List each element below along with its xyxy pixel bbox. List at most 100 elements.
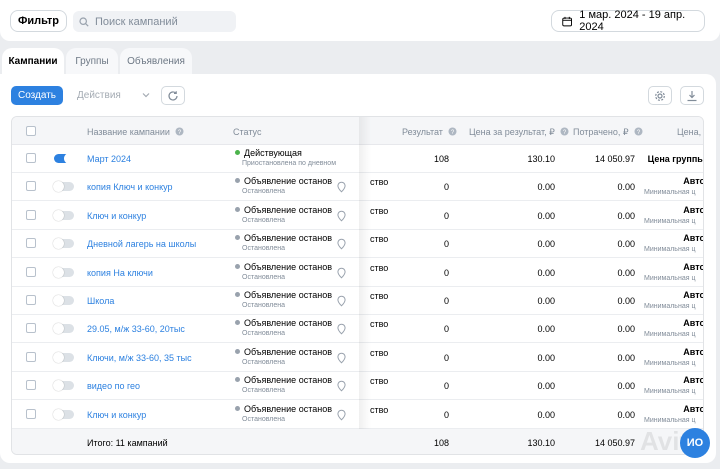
campaign-name-link[interactable]: видео по гео	[87, 381, 140, 391]
column-header-cost-per-result[interactable]: Цена за результат, ₽ ?	[469, 127, 569, 138]
result-value: 0	[443, 267, 449, 278]
table-row[interactable]: Школа Объявление останов Остановлена ство 0 0…	[12, 287, 703, 315]
download-icon	[687, 90, 697, 101]
bid-type: Авто	[683, 403, 704, 414]
campaign-name-link[interactable]: Ключ и конкур	[87, 410, 146, 420]
column-header-spent[interactable]: Потрачено, ₽ ?	[573, 127, 643, 138]
result-value: 0	[443, 352, 449, 363]
bid-type: Цена группы	[647, 154, 704, 164]
campaign-toggle[interactable]	[53, 181, 74, 193]
campaign-toggle[interactable]	[53, 323, 74, 335]
settings-button[interactable]	[648, 86, 672, 105]
status-dot	[235, 150, 240, 155]
status-dot	[235, 178, 240, 184]
table-row[interactable]: Ключи, м/ж 33-60, 35 тыс Объявление остан…	[12, 344, 703, 372]
date-range-text: 1 мар. 2024 - 19 апр. 2024	[579, 9, 686, 33]
pin-icon[interactable]	[336, 238, 347, 250]
toggle-knob	[53, 295, 64, 306]
total-spent: 14 050.97	[594, 438, 635, 448]
bid-subtext: Минимальная ц	[644, 416, 696, 424]
cost-per-result-value: 0.00	[537, 210, 555, 221]
status-dot	[235, 405, 240, 411]
status-subtext: Остановлена	[242, 387, 286, 395]
cost-per-result-value: 0.00	[537, 296, 555, 306]
row-checkbox[interactable]	[26, 153, 36, 163]
campaign-name-link[interactable]: копия Ключ и конкур	[87, 182, 173, 192]
help-icon: ?	[560, 127, 569, 136]
pin-icon[interactable]	[336, 352, 347, 364]
row-checkbox[interactable]	[26, 295, 36, 305]
table-row[interactable]: копия Ключ и конкур Объявление останов Ост…	[12, 173, 704, 202]
objective-text: ство	[370, 177, 389, 188]
total-cost-per-result: 130.10	[527, 438, 555, 448]
row-checkbox[interactable]	[26, 323, 36, 334]
pin-icon[interactable]	[336, 409, 347, 421]
pin-icon[interactable]	[336, 267, 347, 279]
campaign-toggle[interactable]	[53, 238, 74, 250]
help-icon: ?	[448, 127, 457, 136]
create-button[interactable]: Создать	[11, 86, 63, 105]
campaign-name-link[interactable]: копия На ключи	[87, 268, 153, 278]
bid-type: Авто	[683, 233, 704, 244]
table-row[interactable]: Ключ и конкур Объявление останов Остановле…	[12, 202, 703, 230]
table-row[interactable]: Дневной лагерь на школы Объявление остано…	[12, 230, 704, 259]
toggle-knob	[53, 209, 64, 221]
table-row[interactable]: видео по гео Объявление останов Остановлен…	[12, 372, 703, 401]
row-checkbox[interactable]	[26, 238, 36, 249]
row-checkbox[interactable]	[26, 351, 36, 362]
floating-badge[interactable]: ИО	[680, 428, 710, 458]
select-all-checkbox[interactable]	[26, 126, 36, 136]
campaign-toggle[interactable]	[53, 209, 74, 221]
campaign-name-link[interactable]: Ключи, м/ж 33-60, 35 тыс	[87, 353, 192, 363]
refresh-button[interactable]	[161, 86, 185, 105]
actions-dropdown[interactable]: Действия	[69, 86, 155, 105]
column-header-price[interactable]: Цена,	[677, 127, 701, 137]
table-row[interactable]: Март 2024 Действующая Приостановлена по дн…	[12, 145, 704, 173]
cost-per-result-value: 130.10	[527, 154, 555, 164]
pin-icon[interactable]	[336, 323, 347, 335]
row-checkbox[interactable]	[26, 408, 36, 419]
campaign-name-link[interactable]: Ключ и конкур	[87, 211, 146, 221]
campaign-toggle[interactable]	[53, 380, 74, 392]
campaign-toggle[interactable]	[53, 408, 74, 420]
table-header: Название кампании ? Статус Результат ? Ц…	[12, 117, 703, 145]
campaign-toggle[interactable]	[53, 351, 74, 363]
table-row[interactable]: копия На ключи Объявление останов Остановл…	[12, 259, 704, 287]
table-row[interactable]: 29.05, м/ж 33-60, 20тыс Объявление остано…	[12, 315, 703, 344]
tab-groups[interactable]: Группы	[66, 48, 118, 74]
row-checkbox[interactable]	[26, 181, 36, 192]
table-row[interactable]: Ключ и конкур Объявление останов Остановле…	[12, 401, 704, 429]
column-header-result[interactable]: Результат ?	[402, 127, 457, 137]
date-range-picker[interactable]: 1 мар. 2024 - 19 апр. 2024	[551, 9, 705, 33]
pin-icon[interactable]	[336, 295, 347, 307]
tab-campaigns[interactable]: Кампании	[2, 48, 64, 74]
status-text: Объявление останов	[235, 347, 332, 357]
pin-icon[interactable]	[336, 181, 347, 193]
bid-type: Авто	[683, 176, 704, 187]
campaign-name-link[interactable]: Дневной лагерь на школы	[87, 239, 196, 249]
result-value: 0	[443, 296, 449, 306]
campaign-toggle[interactable]	[53, 266, 74, 278]
campaign-name-link[interactable]: Март 2024	[87, 154, 131, 164]
pin-icon[interactable]	[336, 380, 347, 392]
bid-subtext: Минимальная ц	[644, 217, 696, 225]
row-checkbox[interactable]	[26, 209, 36, 220]
campaign-toggle[interactable]	[53, 295, 74, 306]
column-header-status[interactable]: Статус	[233, 127, 261, 137]
row-checkbox[interactable]	[26, 266, 36, 277]
search-input[interactable]: Поиск кампаний	[73, 11, 236, 32]
download-button[interactable]	[680, 86, 704, 105]
pin-icon[interactable]	[336, 210, 347, 222]
status-text: Объявление останов	[235, 262, 332, 272]
bid-type: Авто	[683, 261, 704, 272]
campaign-name-link[interactable]: 29.05, м/ж 33-60, 20тыс	[87, 324, 185, 334]
row-checkbox[interactable]	[26, 380, 36, 391]
status-dot	[235, 377, 240, 383]
filter-button[interactable]: Фильтр	[10, 10, 67, 32]
tab-ads[interactable]: Объявления	[120, 48, 192, 74]
campaign-name-link[interactable]: Школа	[87, 296, 114, 306]
column-header-name[interactable]: Название кампании ?	[87, 127, 184, 137]
toggle-knob	[53, 181, 64, 193]
table-footer: Итого: 11 кампаний 108 130.10 14 050.97	[12, 429, 703, 454]
campaign-toggle[interactable]	[54, 153, 75, 164]
